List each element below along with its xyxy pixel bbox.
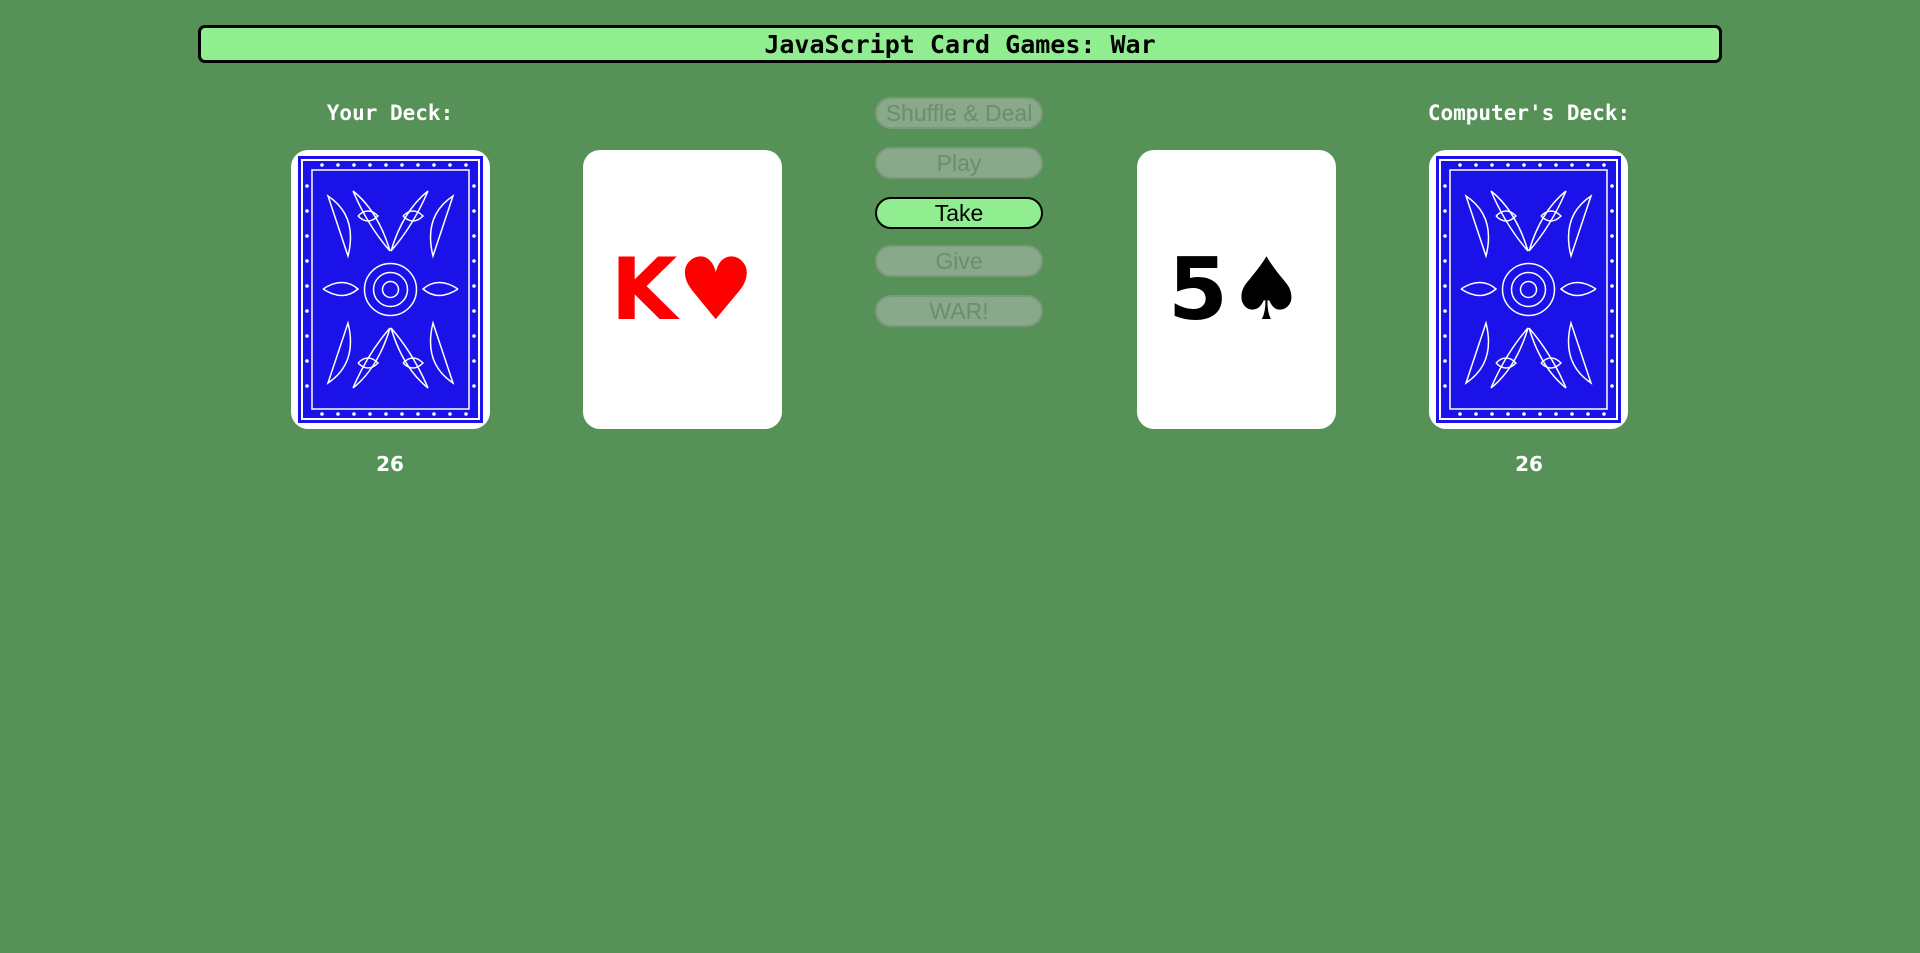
take-button[interactable]: Take [875, 197, 1043, 229]
spade-suit-icon: ♠ [1227, 239, 1305, 340]
card-back-pattern-icon [1436, 156, 1621, 423]
war-button[interactable]: WAR! [875, 295, 1043, 327]
card-back-pattern-icon [298, 156, 483, 423]
player-card-rank: K [610, 239, 678, 340]
player-deck[interactable] [291, 150, 490, 429]
player-deck-label: Your Deck: [326, 101, 454, 125]
shuffle-deal-button[interactable]: Shuffle & Deal [875, 97, 1043, 129]
play-button[interactable]: Play [875, 147, 1043, 179]
computer-card-face: 5♠ [1168, 247, 1305, 333]
computer-played-card: 5♠ [1137, 150, 1336, 429]
computer-card-count: 26 [1515, 452, 1543, 476]
computer-card-rank: 5 [1168, 239, 1228, 340]
give-button[interactable]: Give [875, 245, 1043, 277]
page-title: JavaScript Card Games: War [198, 25, 1722, 63]
player-card-count: 26 [376, 452, 404, 476]
game-table: JavaScript Card Games: War Your Deck: 26… [0, 0, 1920, 953]
player-played-card: K♥ [583, 150, 782, 429]
player-card-face: K♥ [611, 247, 755, 333]
computer-deck-label: Computer's Deck: [1427, 101, 1631, 125]
heart-suit-icon: ♥ [677, 239, 755, 340]
computer-deck [1429, 150, 1628, 429]
